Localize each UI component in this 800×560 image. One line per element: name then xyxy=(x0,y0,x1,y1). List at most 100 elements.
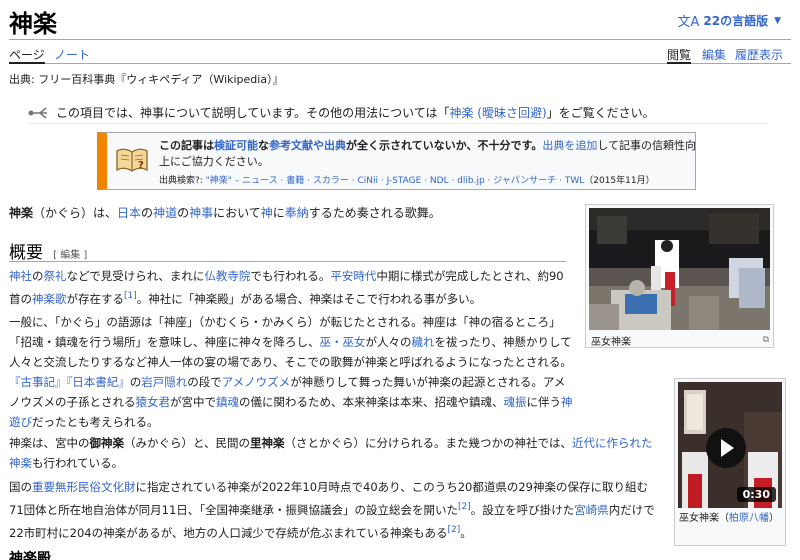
intro-sentence: 神楽（かぐら）は、日本の神道の神事において神に奉納するため奏される歌舞。 xyxy=(9,204,441,221)
citation-needed-text: この記事は検証可能な参考文献や出典が全く示されていないか、不十分です。出典を追加… xyxy=(159,138,697,189)
p3-text-1: 神楽は、宮中の xyxy=(9,436,90,450)
tab-read[interactable]: 閲覧 xyxy=(667,46,692,64)
thumbnail-miko-kagura: 巫女神楽 ⧉ xyxy=(585,204,774,348)
ambox-text-1: この記事は xyxy=(159,139,214,152)
section-edit-link[interactable]: [ 編集 ] xyxy=(53,250,87,261)
hatnote-text-end: 」をご覧ください。 xyxy=(546,106,655,120)
link-sairei[interactable]: 祭礼 xyxy=(44,269,67,283)
source-search-date: （2015年11月） xyxy=(584,176,655,186)
ambox-text-2: な xyxy=(258,139,269,152)
video-thumbnail-miko-kagura: 0:30 巫女神楽（柏原八幡） xyxy=(674,378,786,546)
link-kegare[interactable]: 穢れ xyxy=(412,335,435,349)
term-kagura: 神楽 xyxy=(9,206,34,220)
reference-2[interactable]: [2] xyxy=(458,502,471,512)
link-references[interactable]: 参考文献や出典 xyxy=(269,139,346,152)
page-title: 神楽 xyxy=(9,9,57,38)
link-chinkon[interactable]: 鎮魂 xyxy=(216,395,239,409)
link-sarumenokimi[interactable]: 猿女君 xyxy=(136,395,171,409)
svg-text:?: ? xyxy=(138,160,144,171)
p1-text-2: などで見受けられ、まれに xyxy=(66,269,205,283)
tab-history[interactable]: 履歴表示 xyxy=(735,46,783,64)
enlarge-icon[interactable]: ⧉ xyxy=(763,335,769,345)
intro-text-1: （かぐら）は、 xyxy=(33,206,118,220)
language-button[interactable]: 文A 22の言語版 ▼ xyxy=(677,11,781,30)
link-miyazaki[interactable]: 宮崎県 xyxy=(574,503,609,517)
link-hounou[interactable]: 奉納 xyxy=(285,206,309,220)
paragraph-2: 一般に、「かぐら」の語源は「神座」（かむくら・かみくら）が転じたとされる。神座は… xyxy=(9,312,574,432)
ambox-text-4: して記事の信頼性向 xyxy=(597,139,697,152)
term-mikagura: 御神楽 xyxy=(89,436,125,450)
link-japan[interactable]: 日本 xyxy=(117,206,141,220)
p4-text-5: 。 xyxy=(460,525,472,540)
p1-text-6: 。神社に「神楽殿」がある場合、神楽はそこで行われる事が多い。 xyxy=(136,291,482,306)
paragraph-1: 神社の祭礼などで見受けられ、まれに仏教寺院でも行われる。平安時代中期に様式が完成… xyxy=(9,266,574,309)
p2-text-7: が宮中で xyxy=(170,395,216,409)
p2-text-5: の段で xyxy=(187,375,222,389)
language-button-label: 22の言語版 xyxy=(703,14,769,28)
term-satokagura: 里神楽 xyxy=(250,436,285,450)
p3-text-2: （みかぐら）と、民間の xyxy=(124,436,251,450)
miko-kagura-photo[interactable] xyxy=(589,208,770,330)
link-kojiki-nihonshoki[interactable]: 『古事記』『日本書紀』 xyxy=(9,375,130,389)
section-heading-kaguraden: 神楽殿 xyxy=(9,551,51,560)
video-caption-text: 巫女神楽（ xyxy=(679,513,729,524)
paragraph-3: 神楽は、宮中の御神楽（みかぐら）と、民間の里神楽（さとかぐら）に分けられる。また… xyxy=(9,433,657,473)
p2-text-10: だったとも考えられる。 xyxy=(32,415,159,429)
section-heading-overview: 概要 [ 編集 ] xyxy=(9,238,566,263)
paragraph-4: 国の重要無形民俗文化財に指定されている神楽が2022年10月時点で40あり、この… xyxy=(9,477,657,543)
play-icon[interactable] xyxy=(706,428,746,468)
intro-text-5: に xyxy=(272,206,285,220)
p2-text-8: の儀に関わるため、本来神楽は本来、招魂や鎮魂、 xyxy=(239,395,504,409)
p2-text-2: が人々の xyxy=(365,335,412,349)
link-miko[interactable]: 巫・巫女 xyxy=(320,335,366,349)
p2-text-9: に伴う xyxy=(526,395,562,409)
link-kami[interactable]: 神 xyxy=(261,206,273,220)
link-heian-jidai[interactable]: 平安時代 xyxy=(330,269,376,283)
tab-talk[interactable]: ノート xyxy=(54,46,90,64)
source-line: 出典: フリー百科事典『ウィキペディア（Wikipedia）』 xyxy=(9,73,284,86)
link-add-citation[interactable]: 出典を追加 xyxy=(542,139,597,152)
link-kashiwara-hachiman[interactable]: 柏原八幡 xyxy=(729,513,769,524)
reference-1[interactable]: [1] xyxy=(124,291,137,301)
video-player[interactable]: 0:30 xyxy=(678,382,782,508)
intro-text-4: において xyxy=(213,206,261,220)
citation-needed-box: ? この記事は検証可能な参考文献や出典が全く示されていないか、不十分です。出典を… xyxy=(97,132,696,190)
p1-text-1: の xyxy=(32,269,44,283)
link-verifiability[interactable]: 検証可能 xyxy=(214,139,258,152)
section-title: 概要 xyxy=(9,243,43,263)
source-search-links[interactable]: "神楽" – ニュース · 書籍 · スカラー · CiNii · J-STAG… xyxy=(206,176,585,186)
link-shinto[interactable]: 神道 xyxy=(153,206,177,220)
link-kagurauta[interactable]: 神楽歌 xyxy=(32,292,67,306)
p1-text-3: でも行われる。 xyxy=(250,269,331,283)
translate-icon: 文A xyxy=(677,15,700,30)
link-ame-no-uzume[interactable]: アメノウズメ xyxy=(222,375,290,389)
video-caption: 巫女神楽（柏原八幡） xyxy=(679,512,779,526)
hatnote-link[interactable]: 神楽 (曖昧さ回避) xyxy=(449,104,546,121)
tab-edit[interactable]: 編集 xyxy=(702,46,726,64)
thumbnail-caption: 巫女神楽 xyxy=(591,337,631,348)
p4-text-1: 国の xyxy=(9,480,32,494)
reference-2b[interactable]: [2] xyxy=(448,525,461,535)
link-iwato[interactable]: 岩戸隠れ xyxy=(141,375,187,389)
video-caption-end: ） xyxy=(769,513,779,524)
link-important-intangible-folk-property[interactable]: 重要無形民俗文化財 xyxy=(32,480,136,494)
link-bukkyo-jiin[interactable]: 仏教寺院 xyxy=(204,269,250,283)
link-tamafuri[interactable]: 魂振 xyxy=(504,395,527,409)
p3-text-3: （さとかぐら）に分けられる。また幾つかの神社では、 xyxy=(284,436,573,450)
page-tabs: ページ ノート 閲覧 編集 履歴表示 xyxy=(9,44,791,64)
video-duration: 0:30 xyxy=(736,487,776,502)
tab-page[interactable]: ページ xyxy=(9,46,45,64)
intro-text-3: の xyxy=(177,206,190,220)
ambox-line-2: 上にご協力ください。 xyxy=(159,155,269,168)
title-row: 神楽 文A 22の言語版 ▼ xyxy=(9,0,791,40)
link-shinji[interactable]: 神事 xyxy=(189,206,213,220)
book-icon: ? xyxy=(116,148,148,172)
p2-text-4: の xyxy=(129,375,142,389)
hatnote: この項目では、神事について説明しています。その他の用法については「 神楽 (曖昧… xyxy=(28,102,768,124)
p1-text-5: が存在する xyxy=(66,291,125,306)
chevron-down-icon: ▼ xyxy=(774,15,781,26)
source-search-line: 出典検索?: "神楽" – ニュース · 書籍 · スカラー · CiNii ·… xyxy=(159,173,697,189)
source-search-label: 出典検索?: xyxy=(159,176,206,186)
link-jinja[interactable]: 神社 xyxy=(9,269,32,283)
intro-text-2: の xyxy=(141,206,154,220)
